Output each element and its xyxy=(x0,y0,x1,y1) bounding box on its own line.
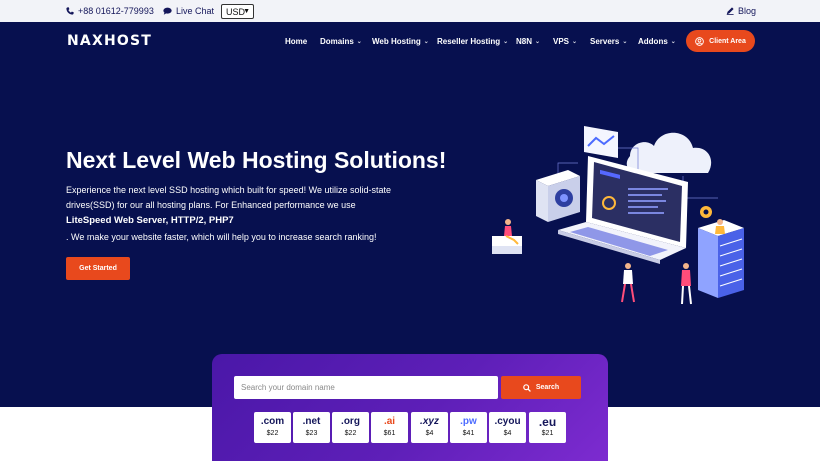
tld-price: $21 xyxy=(541,430,554,437)
phone-number: +88 01612-779993 xyxy=(78,6,154,16)
client-area-label: Client Area xyxy=(709,37,746,45)
hosting-illustration xyxy=(492,126,744,305)
chevron-down-icon: ⌄ xyxy=(503,38,509,45)
tld-price: $41 xyxy=(462,430,475,437)
hero-description-line-1: Experience the next level SSD hosting wh… xyxy=(66,185,392,195)
site-logo[interactable]: NAXHOST xyxy=(67,33,152,49)
nav-home-label: Home xyxy=(285,36,308,46)
blog-label: Blog xyxy=(738,6,757,16)
nav-vps-label: VPS xyxy=(553,36,570,46)
tld-name: .eu xyxy=(538,415,557,429)
nav-web-hosting-label: Web Hosting xyxy=(372,36,421,46)
domain-search-button[interactable]: Search xyxy=(501,376,581,399)
nav-servers[interactable]: Servers ⌄ xyxy=(590,31,627,51)
tld-pw[interactable]: .pw $41 xyxy=(450,412,487,443)
nav-home[interactable]: Home xyxy=(285,31,307,51)
domain-search-input[interactable]: Search your domain name xyxy=(234,376,498,399)
tld-ai[interactable]: .ai $61 xyxy=(371,412,408,443)
tld-price: $23 xyxy=(305,430,318,437)
nav-reseller-hosting[interactable]: Reseller Hosting ⌄ xyxy=(437,31,508,51)
nav-reseller-hosting-label: Reseller Hosting xyxy=(437,36,501,46)
tld-price: $22 xyxy=(266,430,279,437)
phone-link[interactable]: +88 01612-779993 xyxy=(66,0,154,22)
tld-name: .net xyxy=(302,416,321,427)
chevron-down-icon: ▼ xyxy=(243,8,250,15)
tld-eu[interactable]: .eu $21 xyxy=(529,412,566,443)
blog-icon xyxy=(726,7,734,15)
tld-net[interactable]: .net $23 xyxy=(293,412,330,443)
nav-n8n-label: N8N xyxy=(516,36,533,46)
tld-xyz[interactable]: .xyz $4 xyxy=(411,412,448,443)
server-stack-icon xyxy=(698,219,744,298)
tld-name: .org xyxy=(341,416,360,427)
nav-addons-label: Addons xyxy=(638,36,668,46)
chat-icon xyxy=(163,7,172,15)
chevron-down-icon: ⌄ xyxy=(423,38,429,45)
live-chat-label: Live Chat xyxy=(176,6,215,16)
tld-price: $4 xyxy=(503,430,512,437)
hero-description-line-4: . We make your website faster, which wil… xyxy=(66,232,377,242)
person-center-icon xyxy=(621,263,635,303)
tld-name: .com xyxy=(260,416,285,427)
nav-domains[interactable]: Domains ⌄ xyxy=(320,31,362,51)
tld-org[interactable]: .org $22 xyxy=(332,412,369,443)
client-area-button[interactable]: Client Area xyxy=(686,30,755,52)
chart-card-icon xyxy=(584,126,618,158)
server-tower-icon xyxy=(536,170,580,222)
person-left-icon xyxy=(492,219,522,254)
nav-domains-label: Domains xyxy=(320,36,354,46)
domain-search-placeholder: Search your domain name xyxy=(241,383,335,392)
chevron-down-icon: ⌄ xyxy=(670,38,676,45)
tld-cyou[interactable]: .cyou $4 xyxy=(489,412,526,443)
phone-icon xyxy=(66,7,74,15)
hero-description-line-2: drives(SSD) for our all hosting plans. F… xyxy=(66,200,356,210)
tld-com[interactable]: .com $22 xyxy=(254,412,291,443)
hero-title: Next Level Web Hosting Solutions! xyxy=(66,147,447,173)
chevron-down-icon: ⌄ xyxy=(356,38,362,45)
tld-name: .pw xyxy=(460,416,477,427)
cloud-icon xyxy=(626,132,712,173)
domain-search-label: Search xyxy=(535,384,560,391)
search-icon xyxy=(523,383,531,392)
hero-tech-stack: LiteSpeed Web Server, HTTP/2, PHP7 xyxy=(66,215,234,226)
nav-n8n[interactable]: N8N ⌄ xyxy=(516,31,540,51)
domain-search-card xyxy=(212,354,608,461)
user-icon xyxy=(695,36,704,46)
get-started-button[interactable]: Get Started xyxy=(66,257,130,280)
gear-icon xyxy=(700,206,712,218)
chevron-down-icon: ⌄ xyxy=(572,38,578,45)
currency-select[interactable]: USD ▼ xyxy=(221,4,254,19)
tld-price: $4 xyxy=(425,430,434,437)
nav-addons[interactable]: Addons ⌄ xyxy=(638,31,676,51)
blog-link[interactable]: Blog xyxy=(726,0,756,22)
live-chat-link[interactable]: Live Chat xyxy=(163,0,214,22)
nav-servers-label: Servers xyxy=(590,36,620,46)
tld-price: $22 xyxy=(344,430,357,437)
tld-name: .cyou xyxy=(494,416,521,427)
nav-web-hosting[interactable]: Web Hosting ⌄ xyxy=(372,31,429,51)
top-bar: +88 01612-779993 Live Chat USD ▼ Blog xyxy=(0,0,820,22)
tld-name: .ai xyxy=(383,416,396,427)
chevron-down-icon: ⌄ xyxy=(622,38,628,45)
tld-price: $61 xyxy=(383,430,396,437)
get-started-label: Get Started xyxy=(79,265,117,272)
person-right-icon xyxy=(681,263,692,305)
tld-name: .xyz xyxy=(420,416,439,427)
nav-vps[interactable]: VPS ⌄ xyxy=(553,31,577,51)
chevron-down-icon: ⌄ xyxy=(535,38,541,45)
